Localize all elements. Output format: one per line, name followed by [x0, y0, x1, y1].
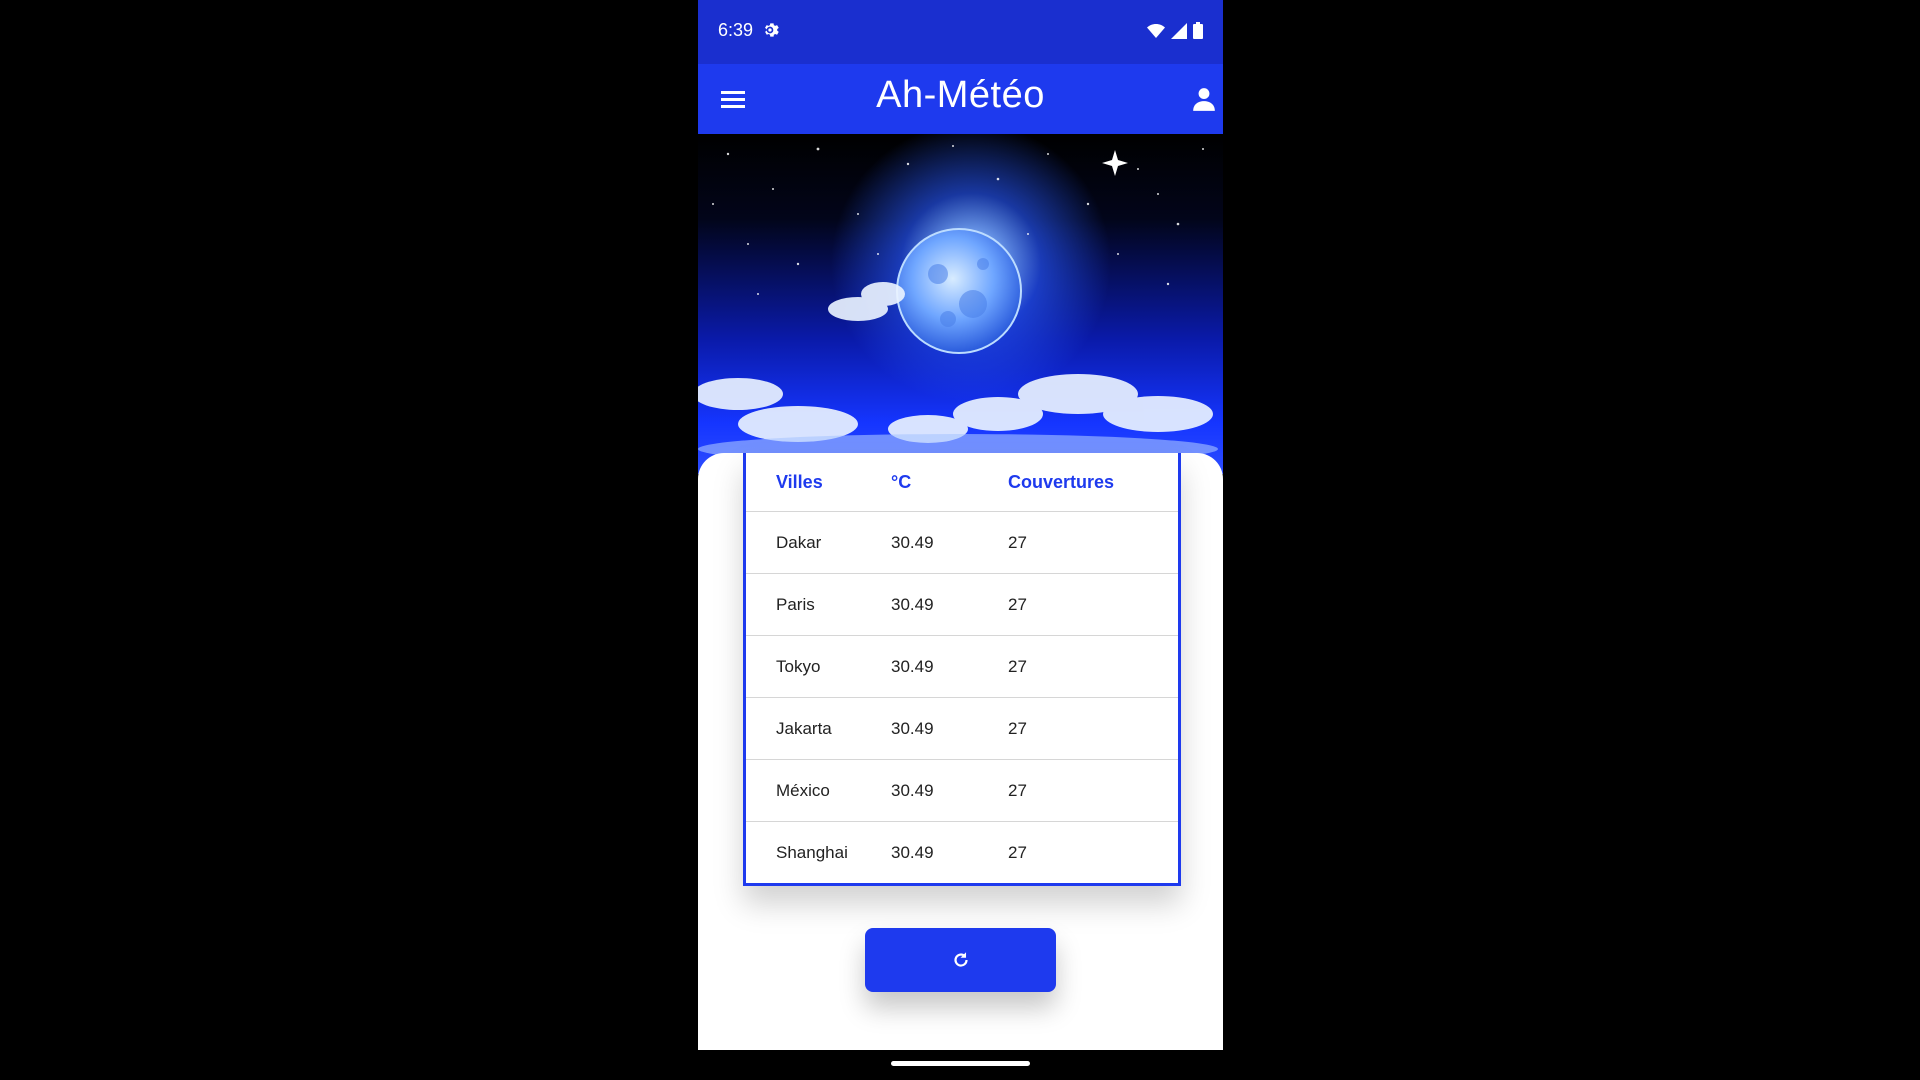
- table-row: Dakar 30.49 27: [746, 512, 1178, 574]
- cell-cover: 27: [1008, 656, 1027, 676]
- user-icon[interactable]: [1191, 86, 1217, 112]
- header-temperature: °C: [891, 471, 912, 492]
- cell-cover: 27: [1008, 780, 1027, 800]
- gear-icon: [765, 23, 779, 37]
- table-row: Tokyo 30.49 27: [746, 636, 1178, 698]
- table-header-row: Villes °C Couvertures: [746, 453, 1178, 512]
- cell-temp: 30.49: [891, 594, 934, 614]
- cell-cover: 27: [1008, 532, 1027, 552]
- cell-cover: 27: [1008, 842, 1027, 862]
- cell-city: Shanghai: [776, 842, 848, 862]
- table-row: México 30.49 27: [746, 760, 1178, 822]
- cell-city: Paris: [776, 594, 815, 614]
- night-sky-illustration: [698, 145, 1218, 464]
- refresh-button[interactable]: [865, 928, 1056, 992]
- cell-signal-icon: [1171, 22, 1187, 39]
- app-bar: Ah-Météo: [698, 64, 1223, 134]
- status-icons: [1147, 22, 1203, 39]
- refresh-icon: [953, 952, 968, 967]
- table-row: Paris 30.49 27: [746, 574, 1178, 636]
- weather-table: Villes °C Couvertures Dakar 30.49 27 Par…: [743, 453, 1181, 886]
- content-panel: Villes °C Couvertures Dakar 30.49 27 Par…: [698, 453, 1223, 1050]
- cell-cover: 27: [1008, 718, 1027, 738]
- cell-temp: 30.49: [891, 656, 934, 676]
- header-couvertures: Couvertures: [1008, 471, 1115, 492]
- app-title: Ah-Météo: [876, 74, 1045, 116]
- cell-city: México: [776, 780, 830, 800]
- table-row: Shanghai 30.49 27: [746, 822, 1178, 883]
- header-villes: Villes: [776, 471, 823, 492]
- cell-temp: 30.49: [891, 780, 934, 800]
- home-indicator[interactable]: [891, 1061, 1030, 1066]
- cell-city: Dakar: [776, 532, 822, 552]
- night-sky-banner: [698, 134, 1223, 474]
- wifi-icon: [1147, 23, 1165, 38]
- cell-temp: 30.49: [891, 532, 934, 552]
- battery-icon: [1193, 22, 1203, 39]
- cell-temp: 30.49: [891, 718, 934, 738]
- table-row: Jakarta 30.49 27: [746, 698, 1178, 760]
- cell-city: Jakarta: [776, 718, 832, 738]
- phone-screen: 6:39 Ah-Météo Villes °C Couvertures Daka…: [698, 0, 1223, 1080]
- status-bar: 6:39: [698, 0, 1223, 64]
- status-time: 6:39: [718, 20, 754, 40]
- cell-city: Tokyo: [776, 656, 821, 676]
- cell-cover: 27: [1008, 594, 1027, 614]
- cell-temp: 30.49: [891, 842, 934, 862]
